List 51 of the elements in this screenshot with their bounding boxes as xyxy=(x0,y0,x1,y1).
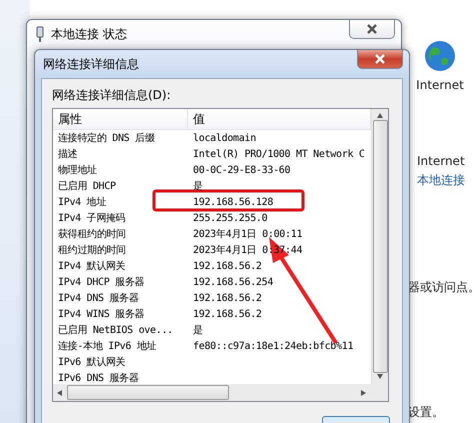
globe-icon[interactable] xyxy=(424,40,456,72)
property-cell-text: 租约过期的时间 xyxy=(57,244,127,257)
value-cell-text: 是 xyxy=(192,180,204,193)
network-text: Internet xyxy=(417,154,466,168)
property-cell-text: IPv4 WINS 服务器 xyxy=(57,308,146,321)
window-title: 本地连接 状态 xyxy=(51,26,127,42)
close-button[interactable] xyxy=(349,20,395,39)
property-cell-text: IPv4 默认网关 xyxy=(57,260,126,273)
vertical-scrollbar[interactable] xyxy=(371,109,388,384)
value-cell-text: localdomain xyxy=(192,132,257,144)
property-cell-text: 连接特定的 DNS 后缀 xyxy=(57,132,156,145)
property-cell-text: IPv4 DHCP 服务器 xyxy=(57,276,146,289)
value-cell-text: 是 xyxy=(192,324,204,337)
property-cell-text: 已启用 NetBIOS ove... xyxy=(57,324,174,337)
network-label: Internet xyxy=(416,78,464,92)
property-cell-text: 获得租约的时间 xyxy=(57,228,127,241)
close-icon xyxy=(366,24,378,34)
property-cell-text: IPv6 DNS 服务器 xyxy=(57,372,140,384)
close-button[interactable] xyxy=(357,50,403,69)
property-cell-text: IPv4 DNS 服务器 xyxy=(57,292,140,305)
network-adapter-icon xyxy=(35,26,45,42)
value-cell-text: 2023年4月1日 0:00:11 xyxy=(192,228,304,241)
list-label: 网络连接详细信息(D): xyxy=(52,87,172,104)
scroll-thumb[interactable] xyxy=(372,120,388,374)
horizontal-scrollbar[interactable] xyxy=(53,384,371,401)
value-cell-text: 192.168.56.254 xyxy=(192,276,274,288)
value-cell-text: 192.168.56.128 xyxy=(192,196,274,208)
value-cell-text: 255.255.255.0 xyxy=(192,212,268,224)
value-cell-text: 192.168.56.2 xyxy=(192,260,263,272)
property-cell-text: IPv4 地址 xyxy=(57,196,108,209)
property-cell-text: 已启用 DHCP xyxy=(57,180,117,193)
value-cell-text: 00-0C-29-E8-33-60 xyxy=(192,164,292,176)
column-header[interactable]: 属性 xyxy=(53,109,188,130)
property-cell-text: IPv4 子网掩码 xyxy=(57,212,126,225)
scroll-right-arrow-icon[interactable] xyxy=(360,388,368,396)
scroll-down-arrow-icon[interactable] xyxy=(376,373,384,381)
network-text: 器或访问点。 xyxy=(408,279,474,296)
dialog-title: 网络连接详细信息 xyxy=(43,56,139,72)
value-cell-text: 192.168.56.2 xyxy=(192,308,263,320)
property-cell-text: 物理地址 xyxy=(57,164,98,177)
scroll-left-arrow-icon[interactable] xyxy=(56,388,64,396)
value-cell-text: Intel(R) PRO/1000 MT Network C xyxy=(192,148,366,160)
scroll-thumb[interactable] xyxy=(67,385,229,400)
connection-link[interactable]: 本地连接 xyxy=(417,172,474,189)
close-icon xyxy=(374,54,386,64)
property-cell-text: 描述 xyxy=(57,148,78,161)
scroll-up-arrow-icon[interactable] xyxy=(376,112,384,120)
value-cell-text: fe80::c97a:18e1:24eb:bfcb%11 xyxy=(192,340,354,352)
property-cell-text: IPv6 默认网关 xyxy=(57,356,126,369)
value-cell-text: 192.168.56.2 xyxy=(192,292,263,304)
property-cell-text: 连接-本地 IPv6 地址 xyxy=(57,340,158,353)
